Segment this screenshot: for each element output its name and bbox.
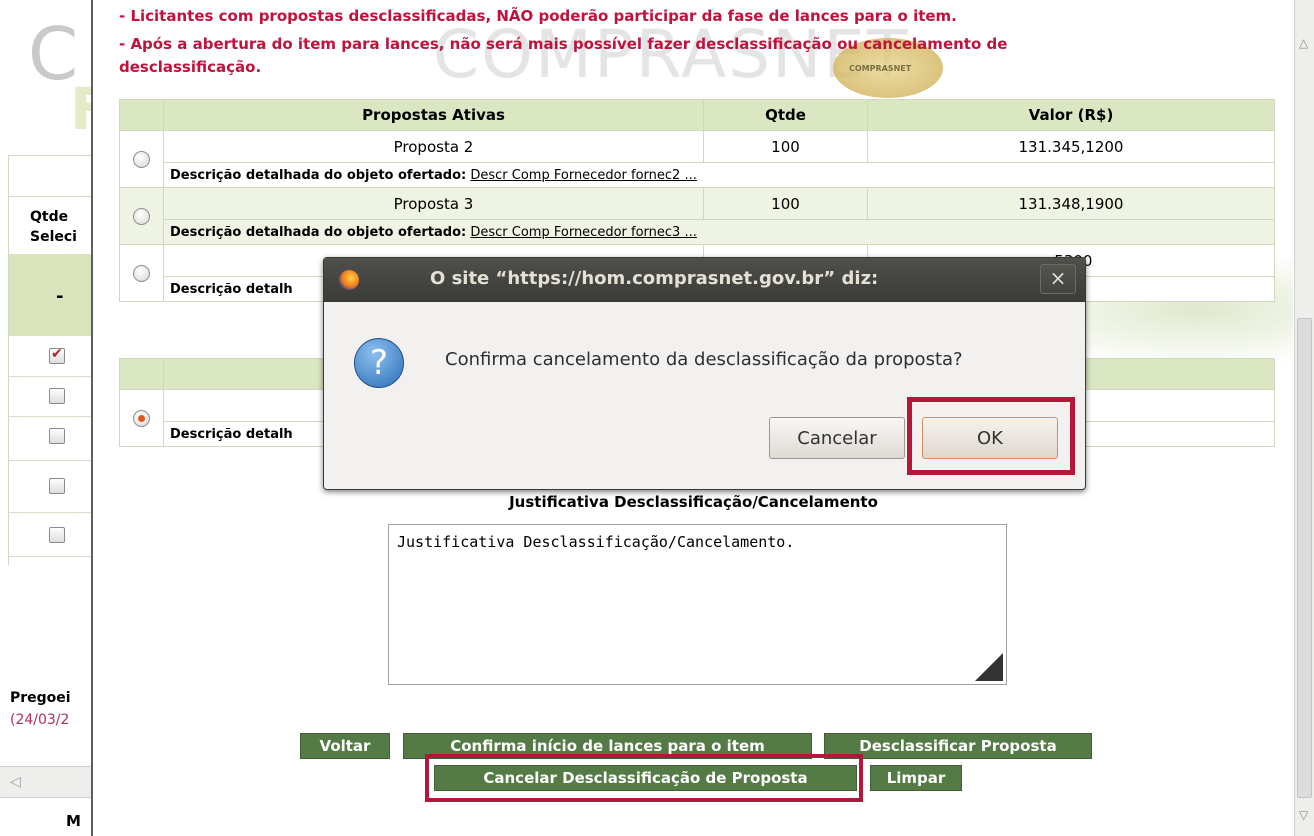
column-header-valor: Valor (R$) bbox=[867, 99, 1275, 131]
dialog-message: Confirma cancelamento da desclassificaçã… bbox=[445, 349, 963, 370]
description-label: Descrição detalhada do objeto ofertado: bbox=[170, 224, 467, 240]
question-icon: ? bbox=[354, 338, 404, 388]
dialog-titlebar[interactable]: O site “https://hom.comprasnet.gov.br” d… bbox=[324, 258, 1085, 302]
horizontal-scrollbar[interactable]: ◁ bbox=[0, 766, 92, 798]
row-checkbox[interactable] bbox=[49, 478, 65, 494]
proposal-radio[interactable] bbox=[133, 151, 150, 168]
description-link[interactable]: Descr Comp Fornecedor fornec2 ... bbox=[470, 168, 696, 183]
limpar-button[interactable]: Limpar bbox=[870, 765, 962, 791]
justification-textarea[interactable]: Justificativa Desclassificação/Cancelame… bbox=[388, 524, 1007, 685]
dialog-title: O site “https://hom.comprasnet.gov.br” d… bbox=[430, 268, 879, 289]
scroll-down-icon[interactable]: ▽ bbox=[1299, 808, 1308, 822]
background-bottom-text: M bbox=[66, 812, 81, 830]
justification-label: Justificativa Desclassificação/Cancelame… bbox=[509, 493, 878, 511]
scroll-thumb[interactable] bbox=[1297, 318, 1312, 798]
proposal-value: 131.345,1200 bbox=[867, 130, 1275, 163]
disqualified-radio[interactable] bbox=[133, 410, 150, 427]
desclassificar-button[interactable]: Desclassificar Proposta bbox=[824, 733, 1092, 759]
firefox-icon bbox=[339, 270, 359, 290]
highlight-ok-button bbox=[907, 397, 1075, 475]
proposal-radio[interactable] bbox=[133, 265, 150, 282]
proposal-name: Proposta 2 bbox=[163, 130, 704, 163]
background-dash: - bbox=[56, 286, 64, 307]
row-checkbox[interactable] bbox=[49, 388, 65, 404]
vertical-scrollbar[interactable]: △ ▽ bbox=[1294, 0, 1314, 836]
warning-text: - Licitantes com propostas desclassifica… bbox=[119, 7, 957, 25]
proposal-qty: 100 bbox=[703, 187, 868, 220]
divider bbox=[8, 196, 92, 197]
background-column-header: Qtde Seleci bbox=[30, 209, 77, 245]
background-logo-sub: F bbox=[70, 75, 92, 143]
cancel-button[interactable]: Cancelar bbox=[769, 417, 905, 459]
warning-text: desclassificação. bbox=[119, 58, 262, 76]
scroll-up-icon[interactable]: △ bbox=[1299, 36, 1308, 50]
table-row: Proposta 2 100 131.345,1200 bbox=[119, 130, 1275, 188]
description-label: Descrição detalhada do objeto ofertado: bbox=[170, 167, 467, 183]
row-checkbox[interactable] bbox=[49, 527, 65, 543]
column-header-proposta: Propostas Ativas bbox=[163, 99, 704, 131]
highlight-cancel-disqualification bbox=[425, 754, 863, 802]
table-row: Proposta 3 100 131.348,1900 bbox=[119, 187, 1275, 245]
close-icon[interactable]: × bbox=[1040, 264, 1076, 294]
column-header-qtde: Qtde bbox=[703, 99, 868, 131]
scroll-left-icon[interactable]: ◁ bbox=[10, 774, 21, 790]
table-row: Descrição detalhada do objeto ofertado: … bbox=[120, 219, 1275, 245]
row-checkbox[interactable] bbox=[49, 346, 65, 364]
warning-text: - Após a abertura do item para lances, n… bbox=[119, 35, 1008, 53]
proposal-qty: 100 bbox=[703, 130, 868, 163]
resize-grip-icon[interactable] bbox=[975, 653, 1003, 681]
voltar-button[interactable]: Voltar bbox=[300, 733, 390, 759]
pregoeiro-label: Pregoei bbox=[10, 690, 71, 706]
background-header-cell bbox=[9, 254, 92, 336]
proposal-value: 131.348,1900 bbox=[867, 187, 1275, 220]
proposal-name: Proposta 3 bbox=[163, 187, 704, 220]
proposal-radio[interactable] bbox=[133, 208, 150, 225]
divider bbox=[8, 155, 92, 156]
row-checkbox[interactable] bbox=[49, 428, 65, 444]
description-link[interactable]: Descr Comp Fornecedor fornec3 ... bbox=[470, 225, 696, 240]
table-row: Descrição detalhada do objeto ofertado: … bbox=[120, 162, 1275, 188]
description-label: Descrição detalh bbox=[170, 281, 293, 297]
description-label: Descrição detalh bbox=[170, 426, 293, 442]
background-page: C F Qtde Seleci - Pregoei (24/03/2 ◁ M bbox=[0, 0, 92, 836]
date-label: (24/03/2 bbox=[10, 712, 70, 728]
